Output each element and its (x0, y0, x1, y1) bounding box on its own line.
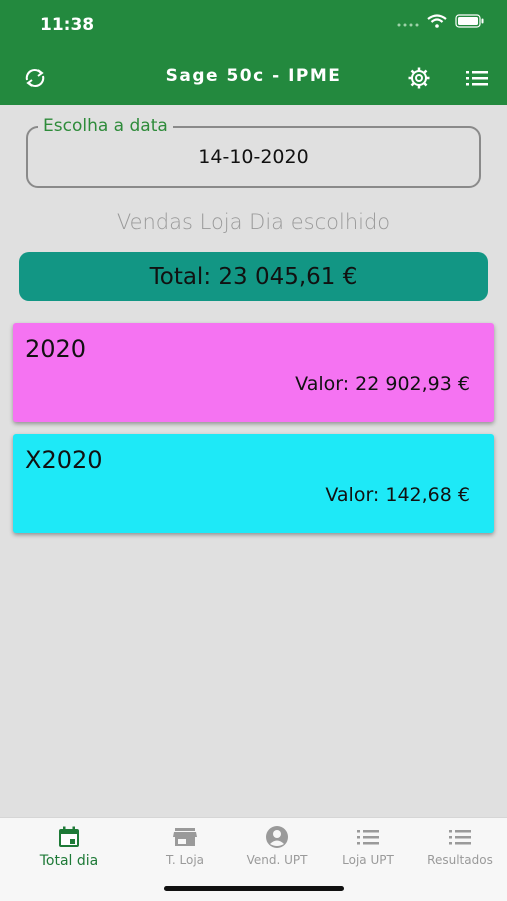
card-value: Valor: 142,68 € (325, 484, 470, 506)
tab-label: Loja UPT (342, 853, 394, 867)
status-time: 11:38 (40, 15, 95, 35)
total-text: Total: 23 045,61 € (149, 263, 358, 290)
status-icons (397, 14, 485, 28)
section-subtitle: Vendas Loja Dia escolhido (116, 210, 391, 234)
tab-label: Total dia (39, 853, 99, 869)
list-icon (357, 830, 379, 845)
settings-button[interactable] (404, 64, 434, 92)
list-icon (466, 71, 488, 86)
top-bar: 11:38 Sage 50c - IPME (0, 0, 507, 105)
store-icon (173, 828, 197, 846)
list-icon (449, 830, 471, 845)
signal-icon (397, 23, 419, 27)
sales-card[interactable]: 2020 Valor: 22 902,93 € (13, 323, 494, 422)
menu-button[interactable] (462, 64, 492, 92)
gear-icon (408, 67, 430, 89)
tab-label: Resultados (427, 853, 493, 867)
home-indicator (164, 886, 344, 891)
tab-label: Vend. UPT (246, 853, 308, 867)
account-icon (266, 826, 288, 848)
tab-loja-upt[interactable]: Loja UPT (318, 826, 418, 867)
card-title: 2020 (25, 335, 87, 363)
tab-vend-upt[interactable]: Vend. UPT (227, 826, 327, 867)
tab-label: T. Loja (165, 853, 205, 867)
card-value: Valor: 22 902,93 € (295, 373, 470, 395)
sales-card[interactable]: X2020 Valor: 142,68 € (13, 434, 494, 533)
battery-icon (455, 14, 484, 28)
total-banner: Total: 23 045,61 € (19, 252, 488, 301)
tab-total-dia[interactable]: Total dia (19, 826, 119, 869)
card-title: X2020 (25, 446, 103, 474)
date-picker-field[interactable]: Escolha a data 14-10-2020 (26, 116, 481, 188)
date-picker-value[interactable]: 14-10-2020 (28, 146, 479, 168)
tab-resultados[interactable]: Resultados (410, 826, 507, 867)
wifi-icon (427, 14, 447, 28)
tab-t-loja[interactable]: T. Loja (135, 826, 235, 867)
date-picker-label: Escolha a data (38, 116, 173, 136)
calendar-icon (59, 826, 79, 847)
